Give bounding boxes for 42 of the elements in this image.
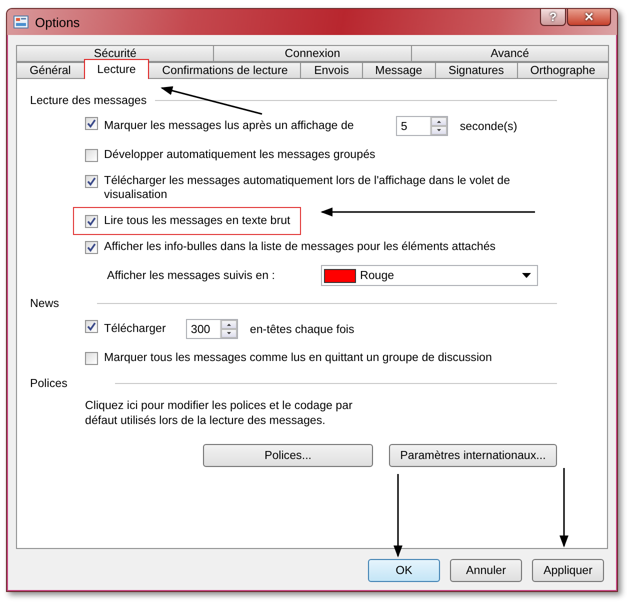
dialog-button[interactable]: OK — [368, 559, 440, 582]
option-label: Lire tous les messages en texte brut — [104, 214, 290, 228]
option-label: Afficher les messages suivis en : — [107, 268, 275, 282]
tab[interactable]: Confirmations de lecture — [148, 62, 302, 79]
section-title: News — [30, 296, 59, 310]
dialog-button[interactable]: Paramètres internationaux... — [389, 444, 557, 467]
tab[interactable]: Général — [16, 62, 85, 79]
checkbox[interactable] — [85, 352, 98, 365]
number-spinner[interactable]: 5 — [396, 116, 448, 136]
checkbox[interactable] — [85, 241, 98, 254]
tab[interactable]: Sécurité — [16, 45, 214, 62]
tab[interactable]: Avancé — [410, 45, 609, 62]
tab[interactable]: Connexion — [213, 45, 412, 62]
app-icon — [13, 14, 29, 30]
unit-label: seconde(s) — [460, 120, 518, 132]
tab[interactable]: Lecture — [84, 59, 150, 79]
checkbox[interactable] — [85, 320, 98, 333]
color-dropdown[interactable]: Rouge — [320, 265, 538, 286]
checkbox[interactable] — [85, 215, 98, 228]
option-label: Télécharger les messages automatiquement lors de l'affichage dans le volet de visualisation — [104, 174, 512, 202]
caret-icon — [522, 273, 531, 278]
option-label: Développer automatiquement les messages groupés — [104, 148, 376, 162]
dialog-button[interactable]: Polices... — [203, 444, 373, 467]
tab[interactable]: Orthographe — [516, 62, 609, 79]
description-text: Cliquez ici pour modifier les polices et le codage par défaut utilisés lors de la lecture des messages. — [85, 398, 354, 428]
dialog-button[interactable]: Appliquer — [532, 559, 604, 582]
number-spinner[interactable]: 300 — [186, 319, 238, 339]
checkbox[interactable] — [85, 175, 98, 188]
option-label: Marquer tous les messages comme lus en quittant un groupe de discussion — [104, 351, 492, 365]
tab[interactable]: Message — [362, 62, 436, 79]
option-label: Télécharger — [104, 322, 166, 336]
tab[interactable]: Envois — [300, 62, 363, 79]
section-title: Polices — [30, 376, 68, 390]
option-label: Marquer les messages lus après un affichage de — [104, 119, 354, 133]
checkbox[interactable] — [85, 149, 98, 162]
unit-label: en-têtes chaque fois — [250, 322, 354, 336]
section-title: Lecture des messages — [30, 94, 147, 106]
window-title: Options — [35, 14, 81, 30]
option-label: Afficher les info-bulles dans la liste de messages pour les éléments attachés — [104, 240, 496, 254]
tab[interactable]: Signatures — [434, 62, 518, 79]
checkbox[interactable] — [85, 117, 98, 130]
dialog-button[interactable]: Annuler — [450, 559, 522, 582]
